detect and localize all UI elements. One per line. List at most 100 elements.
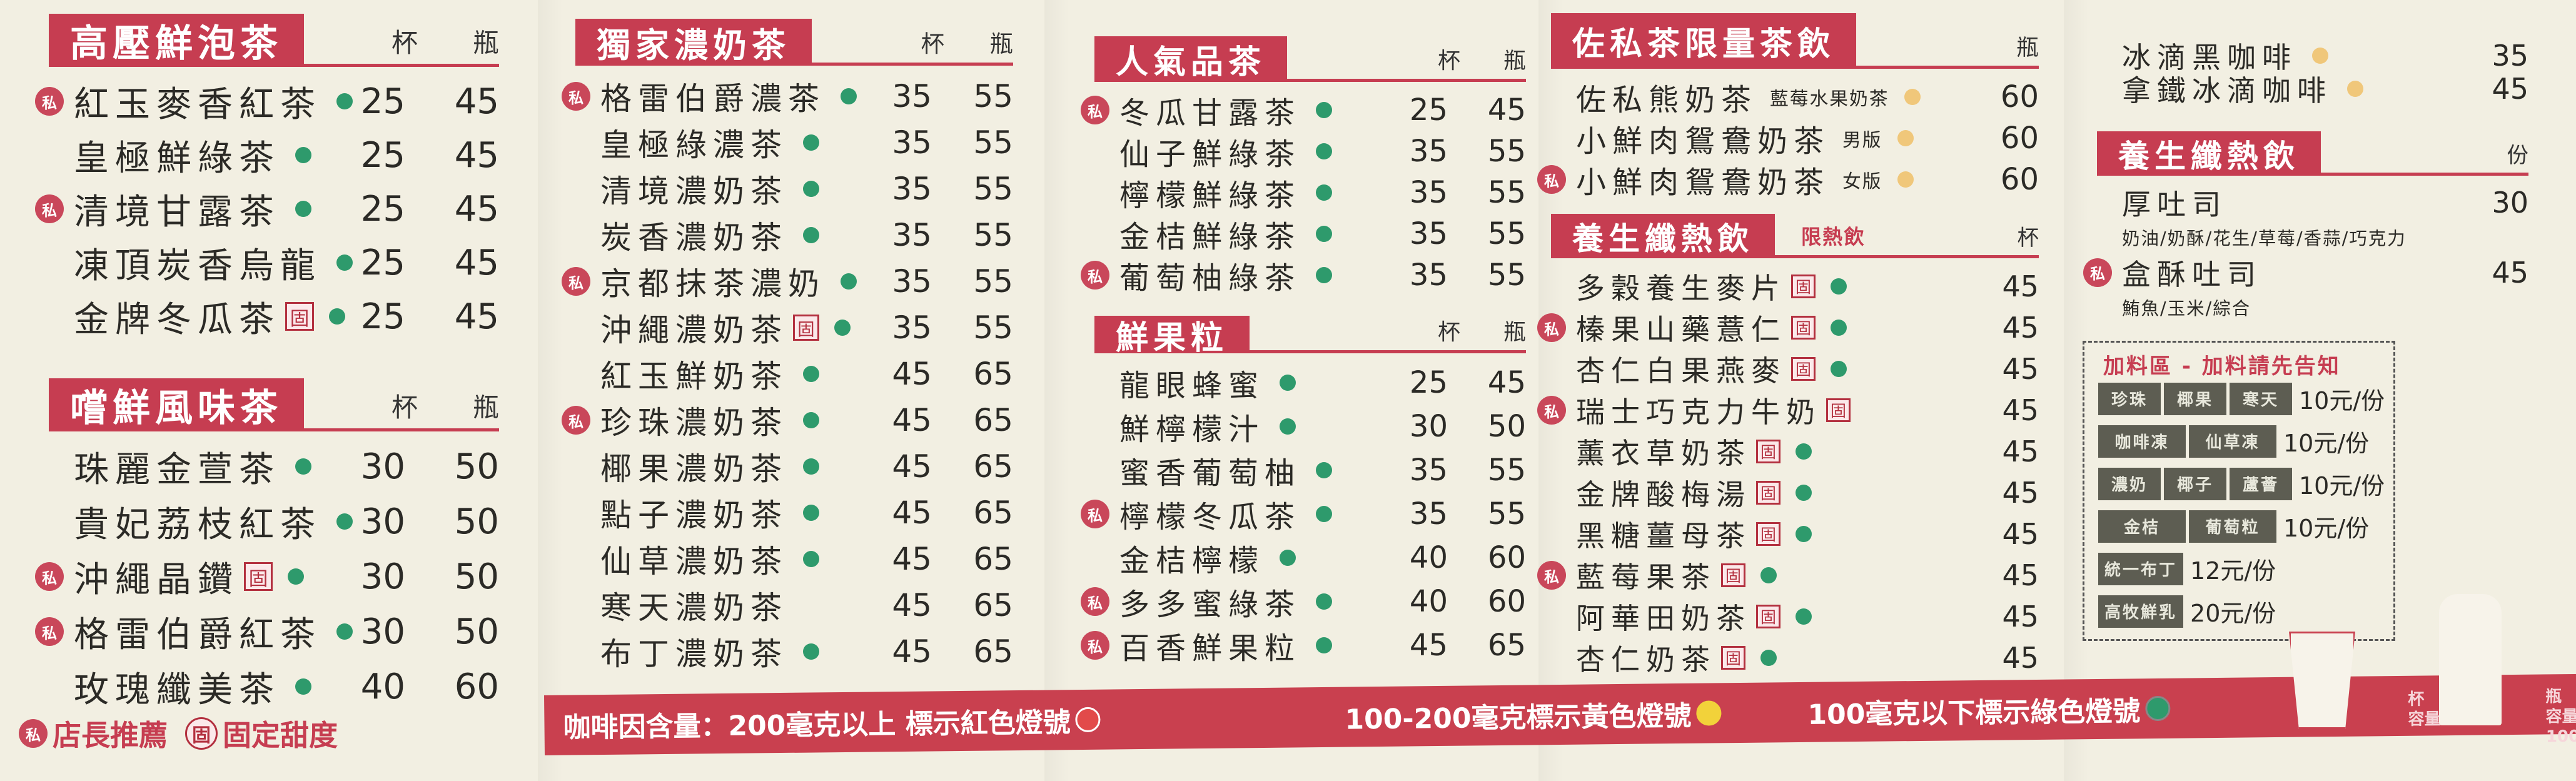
item-list: 私格雷伯爵濃茶 35 55 皇極綠濃茶 35 55 清境濃奶茶 35 55 炭香濃奶茶 35 55 私京… (562, 73, 1013, 675)
item-name: 瑞士巧克力牛奶 (1576, 395, 1821, 429)
topping-price: 10元/份 (2283, 430, 2370, 457)
menu-item: 私葡萄柚綠茶 35 55 (1081, 254, 1526, 296)
item-name: 蜜香葡萄柚 (1119, 456, 1301, 491)
unit-headers: 杯瓶 (876, 24, 1014, 59)
item-price: 35 (1409, 175, 1448, 210)
caffeine-low: 100毫克以下標示綠色燈號 (1807, 688, 2171, 732)
item-prices: 45 65 (851, 356, 1013, 392)
item-prices: 30 50 (311, 557, 499, 597)
item-name: 紅玉鮮奶茶 (600, 358, 788, 395)
item-price: 55 (1487, 175, 1526, 210)
item-name: 金桔鮮綠茶 (1119, 219, 1301, 254)
section-toast: 養生纖熱飲 份厚吐司 30 奶油/奶酥/花生/草莓/香蒜/巧克力私盒酥吐司 45 鮪魚/玉… (2083, 131, 2528, 323)
caffeine-dot-icon (2312, 47, 2328, 64)
unit-label: 杯 (2017, 226, 2039, 251)
item-prices: 45 65 (851, 541, 1013, 577)
recommend-stamp-icon: 私 (35, 617, 64, 646)
item-name: 炭香濃奶茶 (600, 219, 788, 256)
item-price: 25 (360, 134, 405, 176)
menu-item: 寒天濃奶茶 45 65 (600, 582, 1013, 628)
section-title: 高壓鮮泡茶 (49, 14, 304, 67)
menu-item: 多穀養生麥片固 45 (1576, 266, 2039, 307)
unit-headers: 瓶 (1976, 29, 2039, 62)
item-prices: 25 45 (311, 243, 499, 283)
menu-item: 私藍莓果茶固 45 (1537, 555, 2039, 596)
caffeine-dot-icon (295, 458, 311, 475)
unit-label: 杯 (1437, 48, 1460, 74)
item-name: 金牌冬瓜茶 (74, 299, 280, 340)
menu-item: 私冬瓜甘露茶 25 45 (1081, 89, 1526, 131)
item-name: 清境濃奶茶 (600, 173, 788, 209)
topping-chip: 濃奶 (2098, 467, 2161, 500)
topping-chip: 統一布丁 (2098, 552, 2184, 585)
item-prices: 35 55 (1370, 134, 1526, 169)
item-name: 薰衣草奶茶 (1576, 436, 1751, 470)
menu-item: 私格雷伯爵紅茶 30 50 (35, 604, 499, 659)
caffeine-dot-icon (1795, 526, 1812, 542)
caffeine-dot-icon (1760, 650, 1777, 666)
item-price: 60 (1487, 540, 1526, 575)
section-header: 養生纖熱飲 份 (2097, 131, 2528, 176)
menu-item: 薰衣草奶茶固 45 (1576, 431, 2039, 472)
item-name: 紅玉麥香紅茶 (74, 84, 321, 125)
item-price: 45 (454, 188, 499, 229)
item-prices: 25 45 (311, 189, 499, 229)
section-title: 獨家濃奶茶 (575, 19, 812, 66)
caffeine-dot-icon (1904, 89, 1921, 105)
item-price: 35 (892, 78, 932, 114)
item-prices: 30 50 (311, 612, 499, 652)
item-prices: 35 55 (851, 78, 1013, 114)
section-title: 養生纖熱飲 (1551, 214, 1775, 258)
item-prices: 40 60 (311, 667, 499, 707)
item-price: 35 (892, 310, 932, 346)
caffeine-dot-icon (1316, 267, 1333, 283)
item-price: 25 (360, 81, 405, 122)
item-price: 45 (454, 242, 499, 283)
item-prices: 25 45 (311, 296, 499, 337)
item-name: 多穀養生麥片 (1576, 271, 1786, 305)
item-name: 寒天濃奶茶 (600, 590, 788, 626)
item-name: 玫瑰纖美茶 (74, 669, 280, 710)
unit-label: 瓶 (1503, 320, 1526, 345)
menu-item: 皇極鮮綠茶 25 45 (74, 128, 499, 182)
caffeine-dot-icon (803, 134, 819, 151)
caffeine-dot-icon (1760, 567, 1777, 583)
section-title: 養生纖熱飲 (2097, 131, 2321, 176)
item-prices: 60 (1964, 162, 2039, 197)
menu-item: 私沖繩晶鑽固 30 50 (35, 549, 499, 604)
menu-item: 黑糖薑母茶固 45 (1576, 513, 2039, 555)
item-prices: 35 55 (851, 171, 1013, 207)
item-prices: 35 55 (851, 217, 1013, 253)
item-name: 龍眼蜂蜜 (1119, 368, 1265, 403)
fixed-sweetness-icon: 固 (1756, 439, 1780, 464)
item-price: 60 (454, 666, 499, 707)
item-price: 35 (892, 171, 932, 207)
menu-item: 拿鐵冰滴咖啡 45 (2122, 72, 2528, 108)
recommend-stamp-icon: 私 (1537, 561, 1566, 590)
menu-item: 布丁濃奶茶 45 65 (600, 628, 1013, 675)
menu-item: 鮮檸檬汁 30 50 (1119, 405, 1526, 448)
caffeine-dot-icon (295, 678, 311, 695)
item-name: 榛果山藥薏仁 (1576, 313, 1786, 346)
section-title: 人氣品茶 (1094, 36, 1288, 82)
item-name: 檸檬冬瓜茶 (1119, 500, 1301, 535)
menu-item: 仙草濃奶茶 45 65 (600, 536, 1013, 582)
section-title: 嚐鮮風味茶 (49, 378, 304, 431)
item-prices: 35 55 (1370, 175, 1526, 210)
item-prices: 45 (1964, 517, 2039, 551)
item-prices: 45 65 (1370, 628, 1526, 663)
unit-label: 瓶 (472, 28, 499, 58)
section-popular-tea: 人氣品茶杯瓶私冬瓜甘露茶 25 45 仙子鮮綠茶 35 55 檸檬鮮綠茶 35 55 金桔鮮綠茶 3… (1081, 36, 1526, 296)
item-variant: 男版 (1842, 129, 1882, 151)
item-price: 45 (2002, 517, 2039, 551)
item-price: 45 (2002, 476, 2039, 510)
item-name: 金牌酸梅湯 (1576, 478, 1751, 511)
caffeine-dot-icon (834, 320, 851, 336)
menu-item: 私小鮮肉鴛鴦奶茶 女版 60 (1537, 159, 2039, 200)
item-price: 55 (973, 124, 1013, 161)
item-name: 皇極綠濃茶 (600, 127, 788, 163)
item-name: 鮮檸檬汁 (1119, 412, 1265, 447)
item-price: 55 (973, 217, 1013, 253)
recommend-stamp-icon: 私 (1081, 96, 1109, 124)
item-name: 檸檬鮮綠茶 (1119, 178, 1301, 213)
